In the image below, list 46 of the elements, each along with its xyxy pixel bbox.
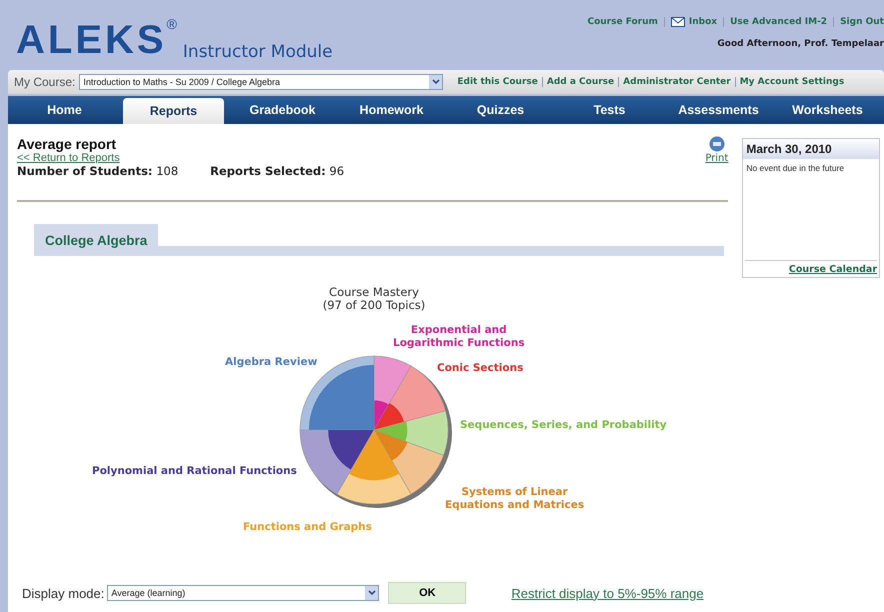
print-link[interactable]: Print xyxy=(705,136,728,178)
nav-tab[interactable]: Assessments xyxy=(668,96,769,124)
header-link[interactable]: Sign Out xyxy=(840,17,884,27)
course-select[interactable]: Introduction to Maths - Su 2009 / College Algebra xyxy=(79,74,444,90)
nav-tab[interactable]: Gradebook xyxy=(232,96,333,124)
segment-label: Systems of Linear Equations and Matrices xyxy=(445,486,584,512)
segment-label: Functions and Graphs xyxy=(243,521,372,534)
nav-tab[interactable]: Worksheets xyxy=(777,96,878,124)
report-title: Average report xyxy=(17,136,118,152)
module-title: Instructor Module xyxy=(182,42,333,62)
header-link[interactable]: Use Advanced IM-2 xyxy=(730,17,828,27)
segment-label: Sequences, Series, and Probability xyxy=(460,419,667,432)
calendar-link[interactable]: Course Calendar xyxy=(788,264,877,274)
nav-tab[interactable]: Quizzes xyxy=(450,96,551,124)
envelope-icon xyxy=(670,17,685,27)
segment-label: Algebra Review xyxy=(225,356,318,369)
caret-icon xyxy=(368,590,376,596)
course-link[interactable]: Administrator Center xyxy=(623,77,731,87)
calendar-message: No event due in the future xyxy=(745,162,846,175)
display-mode-select[interactable]: Average (learning) xyxy=(107,585,380,601)
greeting: Good Afternoon, Prof. Tempelaar xyxy=(717,39,884,49)
nav-tab[interactable]: Reports xyxy=(123,98,224,124)
header-link[interactable]: Inbox xyxy=(670,17,718,27)
range-link[interactable]: Restrict display to 5%-95% range xyxy=(511,586,704,600)
caret-icon xyxy=(432,79,440,85)
report-stat: Number of Students: 108 xyxy=(17,164,178,178)
segment-label: Polynomial and Rational Functions xyxy=(92,465,297,478)
report-stat: Reports Selected: 96 xyxy=(210,164,344,178)
header-link[interactable]: Course Forum xyxy=(587,17,658,27)
display-mode-label: Display mode: xyxy=(22,586,104,600)
calendar-date: March 30, 2010 xyxy=(743,139,879,159)
back-link[interactable]: << Return to Reports xyxy=(17,152,344,164)
course-link[interactable]: Add a Course xyxy=(546,77,614,87)
course-label: My Course: xyxy=(14,75,76,89)
ok-button[interactable]: OK xyxy=(388,582,466,604)
nav-tab[interactable]: Home xyxy=(14,96,115,124)
segment-label: Conic Sections xyxy=(437,362,524,375)
segment-label: Exponential and Logarithmic Functions xyxy=(393,324,525,350)
course-link[interactable]: My Account Settings xyxy=(740,77,844,87)
registered-mark: ® xyxy=(166,16,177,32)
logo: ALEKS xyxy=(16,20,167,60)
printer-icon xyxy=(708,136,725,152)
nav-tab[interactable]: Homework xyxy=(341,96,442,124)
nav-tab[interactable]: Tests xyxy=(559,96,660,124)
course-link[interactable]: Edit this Course xyxy=(457,77,538,87)
chart-title: Course Mastery (97 of 200 Topics) xyxy=(322,286,426,312)
